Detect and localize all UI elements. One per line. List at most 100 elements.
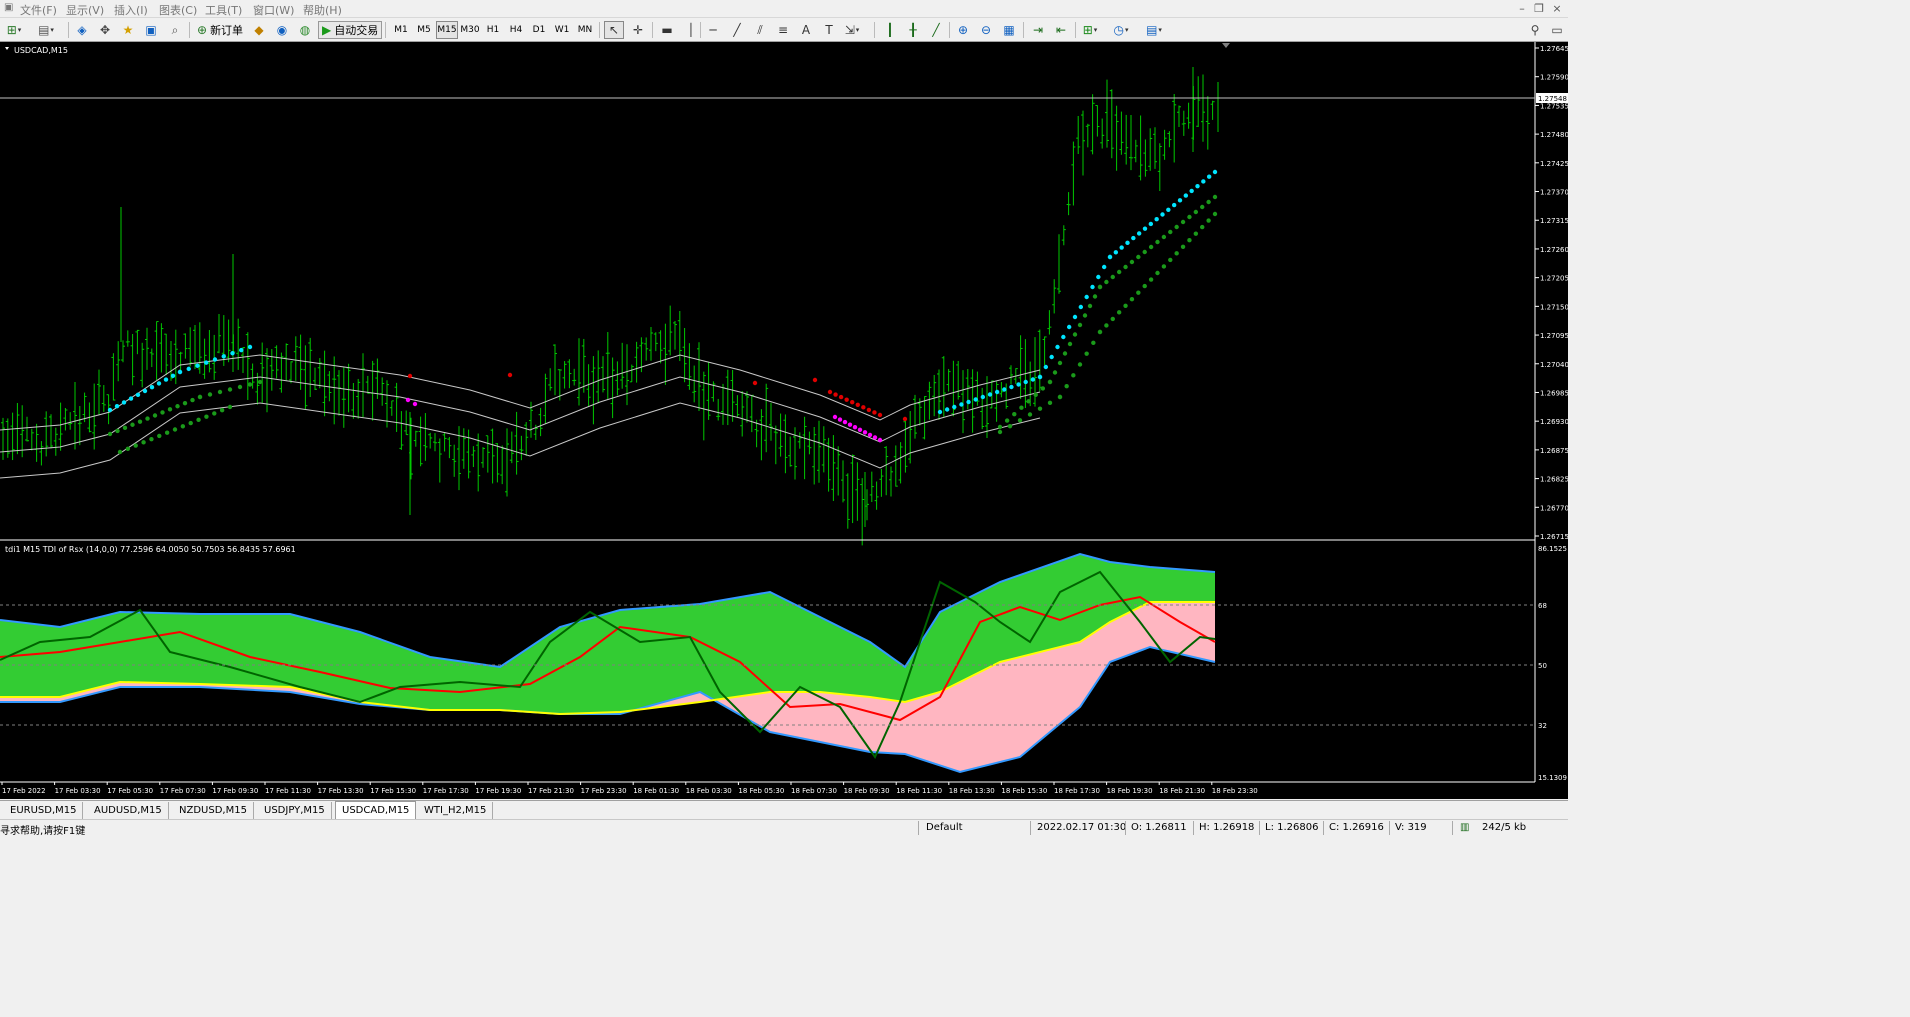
signal-dot	[115, 428, 120, 434]
time-tick-label: 18 Feb 11:30	[896, 787, 942, 795]
restore-button[interactable]: ❐	[1531, 1, 1547, 16]
signal-dot	[207, 392, 213, 397]
signal-dot	[1187, 214, 1192, 220]
signal-dot	[107, 431, 113, 437]
timeframe-w1[interactable]: W1	[551, 21, 573, 39]
time-tick-label: 17 Feb 15:30	[370, 787, 416, 795]
candlesticks-icon[interactable]: ┃	[880, 21, 900, 39]
tab-wti[interactable]: WTI_H2,M15	[418, 802, 494, 819]
zoom-out-icon[interactable]: ⊖	[976, 21, 996, 39]
horizontal-line-icon[interactable]: ─	[703, 21, 723, 39]
tab-eurusd[interactable]: EURUSD,M15	[4, 802, 84, 819]
bar-chart-icon[interactable]: ▬	[657, 21, 677, 39]
metaeditor-icon[interactable]: ◆	[249, 21, 269, 39]
minimize-button[interactable]: –	[1514, 1, 1530, 16]
data-window-icon[interactable]: ✥	[95, 21, 115, 39]
menu-insert[interactable]: 插入(I)	[114, 2, 148, 18]
timeframe-m5[interactable]: M5	[413, 21, 435, 39]
symbol-label: USDCAD,M15	[14, 46, 68, 55]
tile-windows-icon[interactable]: ▦	[999, 21, 1019, 39]
periods-icon[interactable]: ◷ ▾	[1111, 21, 1131, 39]
signal-dot	[186, 366, 191, 372]
new-order-button[interactable]: ⊕ 新订单	[194, 21, 246, 39]
indicators-icon[interactable]: ⊞ ▾	[1080, 21, 1100, 39]
signal-dot	[980, 394, 986, 400]
timeframe-m15[interactable]: M15	[436, 21, 458, 39]
templates-icon[interactable]: ▤ ▾	[1144, 21, 1164, 39]
zoom-in-icon[interactable]: ⊕	[953, 21, 973, 39]
timeframe-h1[interactable]: H1	[482, 21, 504, 39]
tab-audusd[interactable]: AUDUSD,M15	[88, 802, 169, 819]
equidistant-channel-icon[interactable]: ⫽	[750, 21, 770, 39]
price-bars	[1, 67, 1219, 546]
tab-usdjpy[interactable]: USDJPY,M15	[258, 802, 332, 819]
tab-usdcad[interactable]: USDCAD,M15	[335, 801, 417, 820]
signal-dot	[1012, 411, 1017, 417]
chart-shift-icon[interactable]: ⇤	[1051, 21, 1071, 39]
signals-icon[interactable]: ◉	[272, 21, 292, 39]
price-tick-label: 1.26715	[1540, 533, 1568, 541]
chart-canvas[interactable]: 1.27645 1.27590 1.27535 1.27480 1.27425 1.273…	[0, 42, 1568, 799]
candles-icon[interactable]: ╂	[903, 21, 923, 39]
symbol-tabs: EURUSD,M15 AUDUSD,M15 NZDUSD,M15 USDJPY,…	[0, 800, 1568, 820]
signal-dot	[1009, 384, 1014, 390]
signal-dot	[1091, 340, 1096, 346]
app-icon[interactable]: ▣	[4, 2, 13, 13]
signal-dot	[1116, 269, 1122, 275]
menu-tools[interactable]: 工具(T)	[205, 2, 242, 18]
chat-icon[interactable]: ▭	[1547, 21, 1567, 39]
signal-dot	[172, 427, 178, 432]
crosshair-icon[interactable]: ✛	[628, 21, 648, 39]
profiles-icon[interactable]: ▤ ▾	[36, 21, 56, 39]
vertical-line-icon[interactable]: │	[681, 21, 701, 39]
auto-trading-button[interactable]: ▶ 自动交易	[318, 21, 383, 39]
signal-dot	[1087, 303, 1093, 309]
menu-charts[interactable]: 图表(C)	[159, 2, 197, 18]
vps-icon[interactable]: ◍	[295, 21, 315, 39]
strategy-tester-icon[interactable]: ⌕	[165, 21, 185, 39]
navigator-icon[interactable]: ★	[118, 21, 138, 39]
menu-help[interactable]: 帮助(H)	[303, 2, 342, 18]
signal-dot	[152, 413, 158, 418]
signal-dot	[1193, 209, 1199, 215]
signal-dot	[1166, 207, 1171, 212]
signal-dot	[1096, 274, 1101, 280]
menu-view[interactable]: 显示(V)	[66, 2, 104, 18]
status-close: C: 1.26916	[1329, 822, 1384, 833]
new-chart-icon[interactable]: ⊞ ▾	[4, 21, 24, 39]
terminal-icon[interactable]: ▣	[141, 21, 161, 39]
signal-dot	[973, 397, 978, 402]
signal-dot	[1136, 290, 1141, 295]
menu-file[interactable]: 文件(F)	[20, 2, 57, 18]
timeframe-m1[interactable]: M1	[390, 21, 412, 39]
signal-dot	[239, 347, 244, 353]
autoscroll-icon[interactable]: ⇥	[1028, 21, 1048, 39]
close-button[interactable]: ×	[1549, 1, 1565, 16]
market-watch-icon[interactable]: ◈	[72, 21, 92, 39]
line-chart-icon[interactable]: ╱	[926, 21, 946, 39]
timeframe-h4[interactable]: H4	[505, 21, 527, 39]
chart-area[interactable]: 1.27645 1.27590 1.27535 1.27480 1.27425 1.273…	[0, 42, 1568, 799]
timeframe-d1[interactable]: D1	[528, 21, 550, 39]
indicator-tick-label: 68	[1538, 602, 1547, 610]
price-tick-label: 1.27095	[1540, 332, 1568, 340]
signal-dot	[1040, 386, 1046, 391]
timeframe-m30[interactable]: M30	[459, 21, 481, 39]
menu-window[interactable]: 窗口(W)	[253, 2, 294, 18]
auto-trading-icon: ▶	[322, 23, 332, 37]
cursor-icon[interactable]: ↖	[604, 21, 624, 39]
signal-dot	[1104, 323, 1109, 328]
search-icon[interactable]: ⚲	[1525, 21, 1545, 39]
arrows-icon[interactable]: ⇲ ▾	[842, 21, 862, 39]
text-icon[interactable]: A	[796, 21, 816, 39]
text-label-icon[interactable]: T	[819, 21, 839, 39]
signal-dot	[177, 369, 183, 375]
toolbar: ⊞ ▾ ▤ ▾ ◈ ✥ ★ ▣ ⌕ ⊕ 新订单 ◆ ◉ ◍ ▶ 自动交易 M1 M5 M…	[0, 18, 1568, 42]
fibonacci-icon[interactable]: ≡	[773, 21, 793, 39]
signal-dot	[866, 407, 872, 413]
chart-shift-marker-icon	[1222, 43, 1230, 48]
signal-dot	[175, 404, 180, 409]
tab-nzdusd[interactable]: NZDUSD,M15	[173, 802, 254, 819]
timeframe-mn[interactable]: MN	[574, 21, 596, 39]
trendline-icon[interactable]: ╱	[727, 21, 747, 39]
